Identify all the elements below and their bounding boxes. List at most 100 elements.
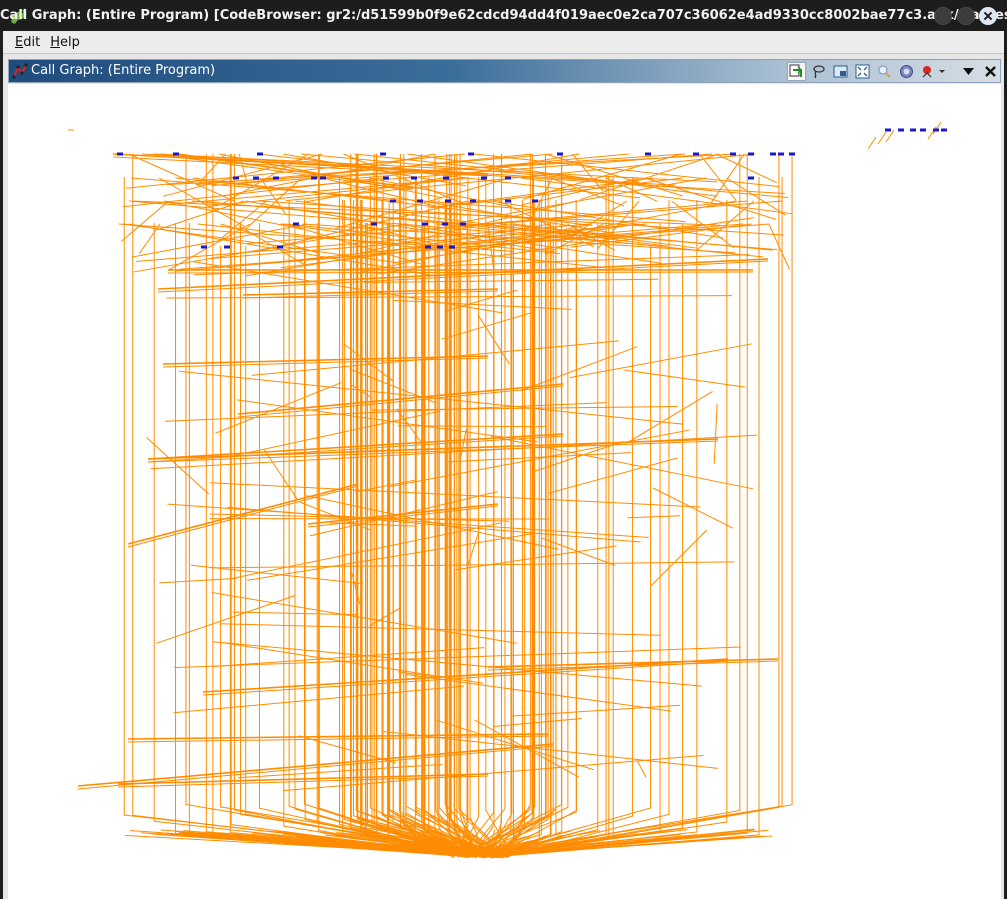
graph-edge	[715, 153, 777, 184]
graph-edge	[474, 223, 533, 857]
graph-vertex[interactable]	[789, 152, 795, 156]
graph-edge	[569, 343, 752, 379]
graph-vertex[interactable]	[443, 176, 449, 180]
graph-vertex[interactable]	[257, 152, 263, 156]
graph-vertex[interactable]	[460, 222, 466, 226]
panel-menu-icon	[963, 68, 974, 75]
menu-help[interactable]: Help	[46, 35, 84, 50]
graph-vertex[interactable]	[422, 222, 428, 226]
graph-edge	[492, 718, 582, 728]
graph-edge	[489, 200, 502, 856]
graph-edge	[423, 223, 484, 857]
menu-edit[interactable]: Edit	[11, 35, 44, 50]
graph-edge	[877, 131, 887, 145]
graph-edge	[438, 200, 460, 858]
satellite-view-button[interactable]	[831, 62, 850, 81]
maximize-button[interactable]	[957, 7, 975, 25]
lasso-button[interactable]	[809, 62, 828, 81]
graph-vertex[interactable]	[277, 245, 283, 249]
graph-vertex[interactable]	[445, 199, 451, 203]
graph-edge	[444, 452, 631, 463]
graph-vertex[interactable]	[201, 245, 207, 249]
graph-vertex[interactable]	[273, 176, 279, 180]
graph-vertex[interactable]	[371, 222, 377, 226]
graph-edge	[460, 429, 467, 458]
graph-vertex[interactable]	[748, 176, 754, 180]
graph-vertex[interactable]	[293, 222, 299, 226]
refresh-button[interactable]	[897, 62, 916, 81]
graph-edge	[128, 153, 235, 202]
graph-vertex[interactable]	[380, 152, 386, 156]
graph-vertex[interactable]	[505, 199, 511, 203]
relayout-button[interactable]	[787, 62, 806, 81]
graph-vertex[interactable]	[383, 176, 389, 180]
graph-vertex[interactable]	[748, 152, 754, 156]
close-icon	[985, 66, 996, 77]
graph-vertex[interactable]	[417, 199, 423, 203]
graph-vertex[interactable]	[449, 245, 455, 249]
graph-edge	[388, 223, 508, 857]
graph-edge	[501, 200, 670, 858]
graph-edge	[495, 177, 633, 857]
graph-vertex[interactable]	[425, 245, 431, 249]
graph-vertex[interactable]	[470, 199, 476, 203]
graph-vertex[interactable]	[770, 152, 776, 156]
graph-vertex[interactable]	[910, 128, 916, 132]
graph-vertex[interactable]	[224, 245, 230, 249]
graph-vertex[interactable]	[320, 176, 326, 180]
graph-vertex[interactable]	[730, 152, 736, 156]
component-frame: Call Graph: (Entire Program)	[3, 54, 1004, 899]
graph-vertex[interactable]	[645, 152, 651, 156]
graph-vertex[interactable]	[311, 176, 317, 180]
graph-options-icon	[922, 66, 945, 78]
close-button[interactable]	[979, 7, 997, 25]
graph-edge	[178, 370, 684, 425]
graph-edge	[213, 647, 485, 667]
graph-vertex[interactable]	[941, 128, 947, 132]
graph-vertex[interactable]	[117, 152, 123, 156]
graph-vertex[interactable]	[933, 128, 939, 132]
zoom-button[interactable]	[875, 62, 894, 81]
window-title: Call Graph: (Entire Program) [CodeBrowse…	[0, 8, 1007, 23]
graph-edge	[393, 299, 572, 310]
graph-icon	[12, 63, 28, 79]
graph-edge	[491, 177, 614, 859]
graph-vertex[interactable]	[411, 176, 417, 180]
graph-vertex[interactable]	[390, 199, 396, 203]
graph-vertex[interactable]	[778, 152, 784, 156]
graph-vertex[interactable]	[532, 199, 538, 203]
graph-edge	[121, 200, 169, 242]
graph-edge	[405, 223, 480, 856]
graph-vertex[interactable]	[557, 152, 563, 156]
graph-vertex[interactable]	[481, 176, 487, 180]
graph-vertex[interactable]	[233, 176, 239, 180]
graph-vertex[interactable]	[693, 152, 699, 156]
graph-vertex[interactable]	[468, 152, 474, 156]
graph-edge	[211, 592, 517, 644]
graph-vertex[interactable]	[505, 176, 511, 180]
fit-to-window-button[interactable]	[853, 62, 872, 81]
graph-vertex[interactable]	[885, 128, 891, 132]
menu-bar: Edit Help	[3, 31, 1004, 54]
graph-edge	[932, 121, 942, 135]
graph-vertex[interactable]	[437, 245, 443, 249]
fit-to-window-icon	[855, 64, 870, 79]
panel-close-button[interactable]	[981, 62, 1000, 81]
graph-edges	[68, 121, 942, 859]
graph-edge	[511, 704, 681, 717]
graph-vertex[interactable]	[173, 152, 179, 156]
graph-vertex[interactable]	[920, 128, 926, 132]
call-graph[interactable]	[8, 84, 1001, 899]
graph-edge	[157, 260, 769, 293]
minimize-button[interactable]	[934, 7, 952, 25]
graph-options-button[interactable]	[919, 62, 947, 81]
panel-menu-button[interactable]	[959, 62, 978, 81]
window-titlebar: Call Graph: (Entire Program) [CodeBrowse…	[0, 0, 1007, 31]
call-graph-canvas[interactable]	[8, 84, 1001, 899]
graph-edge	[392, 223, 491, 857]
graph-vertex[interactable]	[253, 176, 259, 180]
graph-vertex[interactable]	[898, 128, 904, 132]
graph-edge	[155, 594, 296, 644]
graph-edge	[77, 743, 554, 787]
graph-vertex[interactable]	[442, 222, 448, 226]
